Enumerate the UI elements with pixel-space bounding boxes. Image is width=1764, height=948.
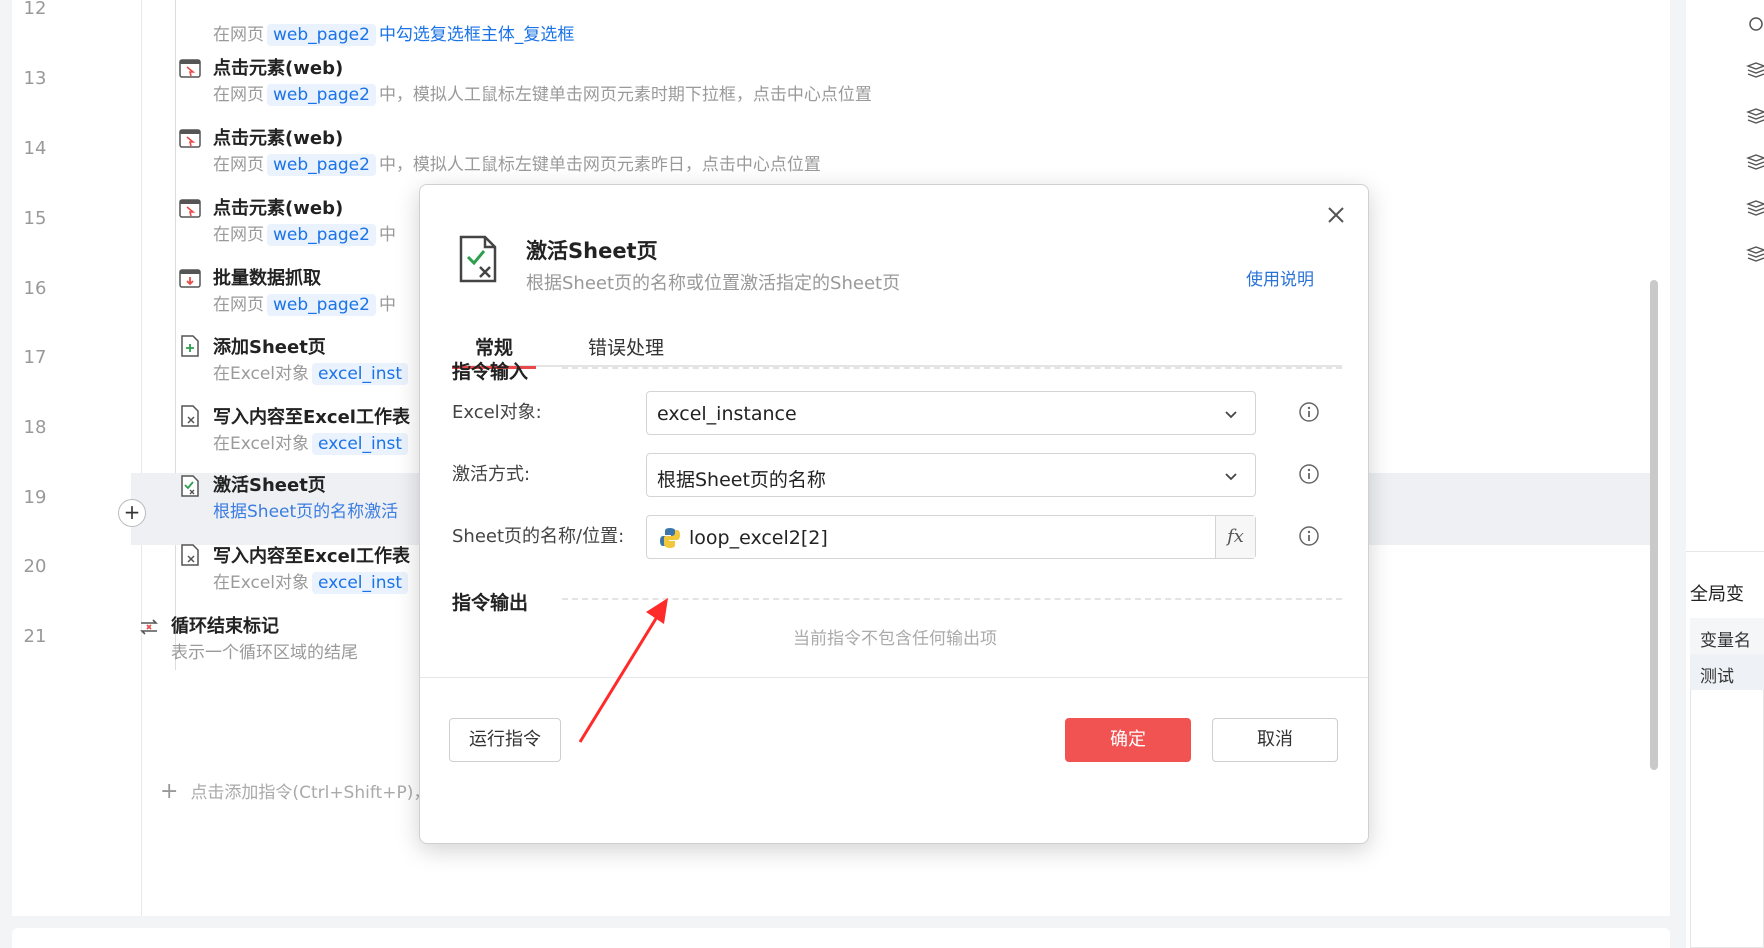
- plus-icon: +: [160, 779, 179, 804]
- command-row-12[interactable]: 12 在网页 web_page2 中勾选复选框主体_复选框: [0, 0, 1646, 54]
- command-title: 点击元素(web): [213, 198, 344, 219]
- command-title: 点击元素(web): [213, 58, 344, 79]
- row-number: 12: [23, 0, 47, 19]
- confirm-button[interactable]: 确定: [1065, 718, 1191, 762]
- variable-chip: excel_inst: [312, 363, 409, 385]
- excel-object-select[interactable]: excel_instance: [646, 391, 1256, 435]
- editor-scrollbar[interactable]: [1650, 280, 1658, 770]
- info-icon[interactable]: [1298, 401, 1320, 423]
- input-section-title: 指令输入: [452, 361, 529, 383]
- add-sheet-icon: [181, 335, 199, 357]
- command-description: 在Excel对象 excel_inst: [213, 359, 411, 385]
- command-row-13[interactable]: 13 点击元素(web) 在网页 web_page2 中，模拟人工鼠标左键单击网页元…: [0, 54, 1646, 132]
- info-icon[interactable]: [1298, 463, 1320, 485]
- settings-icon[interactable]: [1744, 14, 1764, 34]
- click-element-icon: [179, 199, 201, 218]
- click-element-icon: [179, 129, 201, 148]
- variable-chip: web_page2: [267, 294, 376, 316]
- variables-table-row[interactable]: 测试: [1690, 654, 1764, 690]
- layers-icon[interactable]: [1744, 106, 1764, 126]
- command-title: 添加Sheet页: [213, 337, 326, 358]
- command-description: 在网页 web_page2 中，模拟人工鼠标左键单击网页元素时期下拉框，点击中心点位…: [213, 84, 872, 106]
- data-scrape-icon: [179, 269, 201, 288]
- empty-output-message: 当前指令不包含任何输出项: [793, 629, 997, 649]
- add-command-hint[interactable]: + 点击添加指令(Ctrl+Shift+P)，: [160, 778, 430, 804]
- variable-chip: excel_inst: [312, 433, 409, 455]
- command-description: 在网页 web_page2 中: [213, 294, 396, 316]
- command-description: 在网页 web_page2 中，模拟人工鼠标左键单击网页元素昨日，点击中心点位置: [213, 154, 821, 176]
- variable-chip: excel_inst: [312, 572, 409, 594]
- dialog-tabs: 常规 错误处理: [452, 325, 1342, 369]
- command-title: 循环结束标记: [171, 616, 279, 637]
- row-number: 19: [23, 487, 47, 508]
- output-section-title: 指令输出: [452, 592, 529, 614]
- variables-table-header: 变量名: [1690, 618, 1764, 654]
- command-title: 点击元素(web): [213, 128, 344, 149]
- click-element-icon: [179, 59, 201, 78]
- command-title: 写入内容至Excel工作表: [213, 407, 410, 428]
- layers-icon[interactable]: [1744, 198, 1764, 218]
- insert-command-button[interactable]: +: [118, 499, 146, 527]
- tab-error-handling[interactable]: 错误处理: [588, 333, 664, 360]
- panel-divider[interactable]: [1672, 0, 1686, 948]
- row-number: 18: [23, 417, 47, 438]
- sheet-name-label: Sheet页的名称/位置:: [452, 526, 625, 547]
- row-number: 17: [23, 347, 47, 368]
- chevron-down-icon: [1225, 411, 1237, 419]
- command-description: 在网页 web_page2 中勾选复选框主体_复选框: [213, 24, 575, 46]
- info-icon[interactable]: [1298, 525, 1320, 547]
- variable-chip: web_page2: [267, 224, 376, 246]
- command-description: 在网页 web_page2 中: [213, 224, 396, 246]
- chevron-down-icon: [1225, 473, 1237, 481]
- excel-object-label: Excel对象:: [452, 402, 542, 423]
- write-excel-icon: [181, 405, 199, 427]
- command-title: 批量数据抓取: [213, 268, 321, 289]
- variable-chip: web_page2: [267, 154, 376, 176]
- command-title: 写入内容至Excel工作表: [213, 546, 410, 567]
- cancel-button[interactable]: 取消: [1212, 718, 1338, 762]
- row-number: 15: [23, 208, 47, 229]
- activation-mode-label: 激活方式:: [452, 464, 531, 485]
- command-description: 在Excel对象 excel_inst: [213, 429, 411, 455]
- activate-sheet-icon: [459, 235, 497, 283]
- python-icon: [660, 528, 680, 548]
- command-description: 根据Sheet页的名称激活: [213, 502, 399, 522]
- row-number: 20: [23, 556, 47, 577]
- command-title: 激活Sheet页: [213, 475, 326, 496]
- panel-separator: [1686, 551, 1764, 552]
- activate-sheet-icon: [181, 475, 199, 497]
- write-excel-icon: [181, 544, 199, 566]
- command-description: 在Excel对象 excel_inst: [213, 568, 411, 594]
- row-number: 21: [23, 626, 47, 647]
- section-divider: [562, 367, 1342, 369]
- row-number: 16: [23, 278, 47, 299]
- help-link[interactable]: 使用说明: [1246, 265, 1314, 290]
- section-divider: [562, 598, 1342, 600]
- dialog-subtitle: 根据Sheet页的名称或位置激活指定的Sheet页: [526, 273, 901, 294]
- layers-icon[interactable]: [1744, 60, 1764, 80]
- row-number: 14: [23, 138, 47, 159]
- footer-divider: [420, 677, 1368, 678]
- sheet-name-input[interactable]: loop_excel2[2] fx: [646, 515, 1256, 559]
- layers-icon[interactable]: [1744, 152, 1764, 172]
- row-number: 13: [23, 68, 47, 89]
- layers-icon[interactable]: [1744, 244, 1764, 264]
- run-command-button[interactable]: 运行指令: [449, 718, 561, 762]
- command-description: 表示一个循环区域的结尾: [171, 643, 358, 663]
- activate-sheet-dialog: 激活Sheet页 根据Sheet页的名称或位置激活指定的Sheet页 使用说明 …: [419, 184, 1369, 844]
- loop-end-icon: [140, 619, 158, 635]
- dialog-title: 激活Sheet页: [526, 239, 658, 263]
- bottom-panel: [12, 928, 1670, 948]
- variable-chip: web_page2: [267, 84, 376, 106]
- activation-mode-select[interactable]: 根据Sheet页的名称: [646, 453, 1256, 497]
- expression-button[interactable]: fx: [1215, 516, 1255, 558]
- variable-chip: web_page2: [267, 24, 376, 46]
- close-icon[interactable]: [1324, 203, 1348, 227]
- global-variables-title: 全局变: [1690, 584, 1744, 605]
